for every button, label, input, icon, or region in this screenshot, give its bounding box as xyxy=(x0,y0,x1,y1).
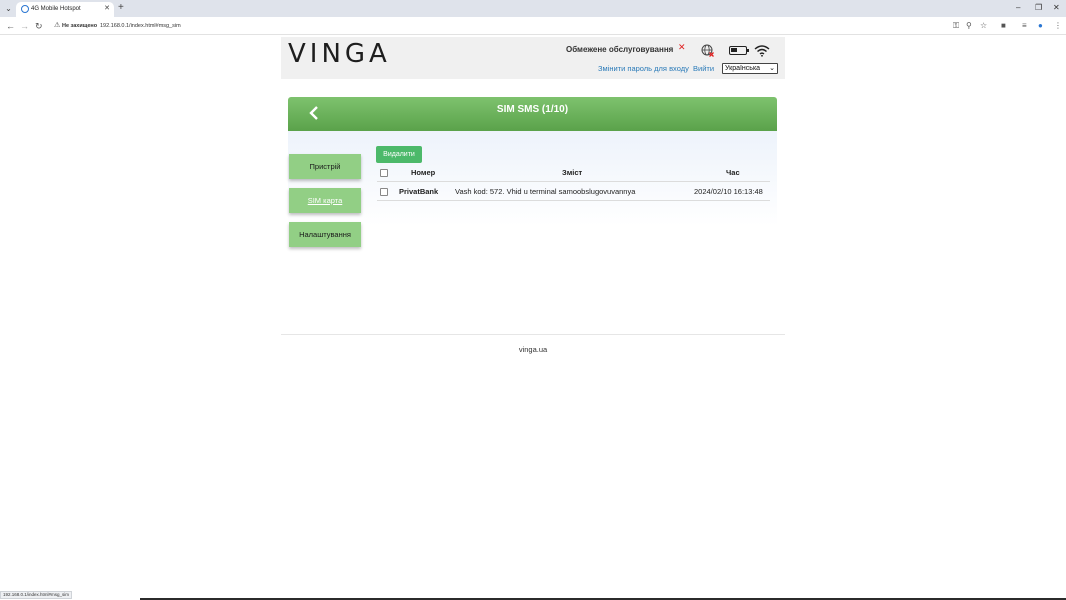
minimize-icon[interactable]: – xyxy=(1016,2,1020,14)
tab-title: 4G Mobile Hotspot xyxy=(31,6,81,12)
forward-arrow-icon[interactable]: → xyxy=(20,20,29,32)
page-title-bar: SIM SMS (1/10) xyxy=(288,97,777,131)
message-content[interactable]: Vash kod: 572. Vhid u terminal samoobslu… xyxy=(455,187,635,196)
menu-dots-icon[interactable]: ⋮ xyxy=(1054,20,1062,32)
browser-tab[interactable]: 4G Mobile Hotspot ✕ xyxy=(16,2,114,17)
content-area xyxy=(288,131,777,226)
warning-icon[interactable]: ⚠ xyxy=(54,20,60,32)
globe-offline-icon xyxy=(701,44,714,57)
page-title: SIM SMS (1/10) xyxy=(496,104,569,115)
logout-link[interactable]: Вийти xyxy=(693,64,714,73)
message-number: PrivatBank xyxy=(399,187,439,196)
zoom-icon[interactable]: ⚲ xyxy=(966,20,972,32)
battery-icon xyxy=(729,46,749,55)
column-header-content: Зміст xyxy=(562,168,583,177)
reload-icon[interactable]: ↻ xyxy=(35,20,43,32)
tab-close-icon[interactable]: ✕ xyxy=(104,4,110,14)
link-status-bar: 192.168.0.1/index.html#msg_sim xyxy=(0,591,73,599)
url-text[interactable]: 192.168.0.1/index.html#msg_sim xyxy=(100,20,181,32)
restore-icon[interactable]: ❐ xyxy=(1035,2,1042,14)
bookmark-star-icon[interactable]: ☆ xyxy=(980,20,987,32)
sidebar-item-settings[interactable]: Налаштування xyxy=(289,222,361,247)
column-header-number: Номер xyxy=(411,168,436,177)
column-header-time: Час xyxy=(726,168,740,177)
browser-tab-bar: ⌄ 4G Mobile Hotspot ✕ + – ❐ ✕ xyxy=(0,0,1066,17)
favicon-icon xyxy=(21,5,29,13)
footer-divider xyxy=(281,334,785,335)
select-all-checkbox[interactable] xyxy=(380,169,388,177)
back-arrow-icon[interactable]: ← xyxy=(6,20,15,32)
sidebar-item-sim-card[interactable]: SIM карта xyxy=(289,188,361,213)
insecure-label[interactable]: Не захищено xyxy=(62,20,97,32)
sidebar-item-device[interactable]: Пристрій xyxy=(289,154,361,179)
url-field[interactable]: ⚠ Не захищено 192.168.0.1/index.html#msg… xyxy=(48,19,948,33)
tab-groups-icon[interactable]: ≡ xyxy=(1022,20,1027,32)
language-select[interactable]: Українська ⌄ xyxy=(722,63,778,74)
change-password-link[interactable]: Змінити пароль для входу xyxy=(598,64,689,73)
delete-button[interactable]: Видалити xyxy=(376,146,422,163)
router-header: VINGA Обмежене обслуговування ✕ Змінити … xyxy=(281,37,785,79)
message-time: 2024/02/10 16:13:48 xyxy=(694,187,763,196)
tab-search-chevron-icon[interactable]: ⌄ xyxy=(3,3,14,14)
row-divider xyxy=(377,200,770,201)
header-divider xyxy=(377,181,770,182)
vinga-logo: VINGA xyxy=(288,39,391,69)
language-value: Українська xyxy=(725,65,761,72)
chevron-down-icon: ⌄ xyxy=(769,65,775,72)
password-key-icon[interactable]: ⚿ xyxy=(953,20,959,32)
profile-icon[interactable]: ● xyxy=(1038,20,1043,32)
window-close-icon[interactable]: ✕ xyxy=(1053,2,1060,14)
extensions-icon[interactable]: ■ xyxy=(1001,20,1006,32)
wifi-icon xyxy=(754,45,770,57)
service-status: Обмежене обслуговування xyxy=(566,45,674,54)
no-signal-icon: ✕ xyxy=(678,42,686,52)
footer-site: vinga.ua xyxy=(518,345,548,354)
row-checkbox[interactable] xyxy=(380,188,388,196)
new-tab-icon[interactable]: + xyxy=(118,2,124,14)
address-bar: ← → ↻ ⚠ Не захищено 192.168.0.1/index.ht… xyxy=(0,17,1066,35)
